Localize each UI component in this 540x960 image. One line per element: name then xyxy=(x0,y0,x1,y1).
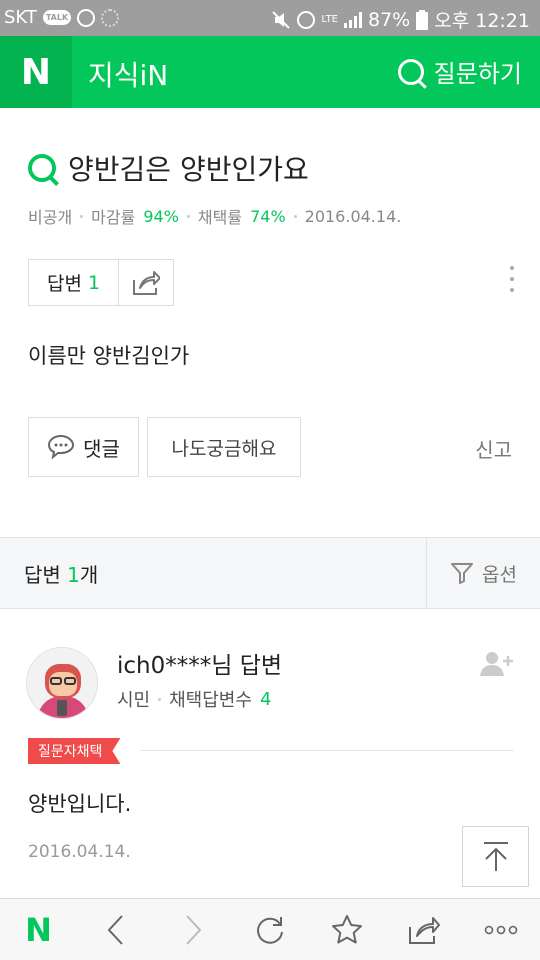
select-rate-value: 74% xyxy=(250,206,286,226)
sync-icon xyxy=(101,8,120,27)
alarm-icon xyxy=(77,8,96,27)
status-bar-left: SKT TALK xyxy=(4,7,120,28)
meta-separator xyxy=(158,697,162,701)
back-button[interactable] xyxy=(89,903,143,957)
more-horizontal-icon xyxy=(485,925,518,934)
refresh-button[interactable] xyxy=(243,903,297,957)
naver-logo: N xyxy=(25,910,52,949)
carrier-label: SKT xyxy=(4,7,37,28)
chevron-left-icon xyxy=(107,914,123,945)
speech-bubble-icon xyxy=(48,434,75,460)
answer-date: 2016.04.14. xyxy=(28,842,131,862)
answerer-info: 시민 채택답변수 4 xyxy=(117,686,271,712)
close-rate-label: 마감률 xyxy=(91,208,136,227)
meta-separator xyxy=(293,214,297,218)
select-rate-label: 채택률 xyxy=(197,208,243,227)
more-dot xyxy=(510,266,514,270)
refresh-icon xyxy=(257,916,283,944)
me-too-curious-button[interactable]: 나도궁금해요 xyxy=(147,417,301,477)
question-title-text: 양반김은 양반인가요 xyxy=(68,153,309,186)
question-date: 2016.04.14. xyxy=(304,206,402,226)
clock: 오후 12:21 xyxy=(434,10,530,32)
meta-separator xyxy=(80,214,84,218)
answer-count-button[interactable]: 답변 1 xyxy=(29,260,119,305)
question-author: 비공개 xyxy=(28,208,73,227)
ask-question-button[interactable]: 질문하기 xyxy=(397,54,522,89)
scroll-to-top-button[interactable] xyxy=(462,826,529,887)
share-button[interactable] xyxy=(119,260,173,305)
share-icon xyxy=(409,916,441,944)
answers-title-suffix: 개 xyxy=(79,563,99,587)
asker-selected-badge: 질문자채택 xyxy=(28,738,120,764)
comment-label: 댓글 xyxy=(83,436,120,461)
app-header: N 지식iN 질문하기 xyxy=(0,36,540,108)
forward-button[interactable] xyxy=(166,903,220,957)
options-label: 옵션 xyxy=(482,563,517,586)
kakaotalk-icon: TALK xyxy=(42,10,72,25)
lte-label: LTE xyxy=(321,13,338,25)
avatar-illustration xyxy=(27,648,97,718)
more-dot xyxy=(510,277,514,281)
browser-toolbar: N xyxy=(0,898,540,960)
question-q-icon xyxy=(28,154,56,182)
selected-answers-count: 4 xyxy=(259,688,272,710)
close-rate-value: 94% xyxy=(143,206,179,226)
battery-percent: 87% xyxy=(368,8,411,31)
more-dot xyxy=(510,288,514,292)
selected-answers-label: 채택답변수 xyxy=(169,690,252,711)
naver-logo: N xyxy=(20,51,52,93)
share-icon xyxy=(133,270,160,295)
naver-home-button[interactable]: N xyxy=(0,36,72,108)
answer-body: 양반입니다. xyxy=(28,792,132,816)
answer-count-value: 1 xyxy=(87,271,101,294)
answerer-avatar[interactable] xyxy=(26,647,98,719)
question-title: 양반김은 양반인가요 xyxy=(28,148,309,188)
arrow-up-icon xyxy=(483,841,508,871)
more-menu-button[interactable] xyxy=(474,903,528,957)
more-options-button[interactable] xyxy=(510,266,514,292)
answers-count-title: 답변 1개 xyxy=(24,559,98,588)
signal-icon xyxy=(344,11,362,28)
report-button[interactable]: 신고 xyxy=(475,434,512,463)
filter-icon xyxy=(451,563,474,584)
service-title[interactable]: 지식iN xyxy=(88,54,168,94)
answerer-rank: 시민 xyxy=(117,690,151,711)
follow-user-button[interactable] xyxy=(480,650,514,682)
alarm-clock-icon xyxy=(297,10,316,29)
star-icon xyxy=(332,914,363,943)
status-bar-right: LTE 87% 오후 12:21 xyxy=(271,6,530,33)
answers-title-prefix: 답변 xyxy=(24,563,68,587)
divider xyxy=(140,750,514,751)
naver-home-button[interactable]: N xyxy=(12,903,66,957)
answers-title-count: 1 xyxy=(67,563,80,587)
question-q-icon xyxy=(397,58,424,85)
answer-count-label: 답변 xyxy=(46,273,82,295)
answer-share-box: 답변 1 xyxy=(28,259,174,306)
bookmark-button[interactable] xyxy=(320,903,374,957)
battery-icon xyxy=(416,9,429,30)
options-filter-button[interactable]: 옵션 xyxy=(426,538,540,608)
answers-section-header: 답변 1개 옵션 xyxy=(0,537,540,609)
question-meta: 비공개 마감률 94% 채택률 74% 2016.04.14. xyxy=(28,204,401,228)
meta-separator xyxy=(186,214,190,218)
question-body: 이름만 양반김인가 xyxy=(28,344,190,368)
ask-question-label: 질문하기 xyxy=(433,60,522,88)
mute-icon xyxy=(272,10,291,29)
answerer-name[interactable]: ich0****님 답변 xyxy=(117,646,282,680)
status-bar: SKT TALK LTE 87% 오후 12:21 xyxy=(0,0,540,36)
chevron-right-icon xyxy=(186,914,202,945)
add-user-icon xyxy=(480,652,513,676)
share-button[interactable] xyxy=(397,903,451,957)
comment-button[interactable]: 댓글 xyxy=(28,417,139,477)
